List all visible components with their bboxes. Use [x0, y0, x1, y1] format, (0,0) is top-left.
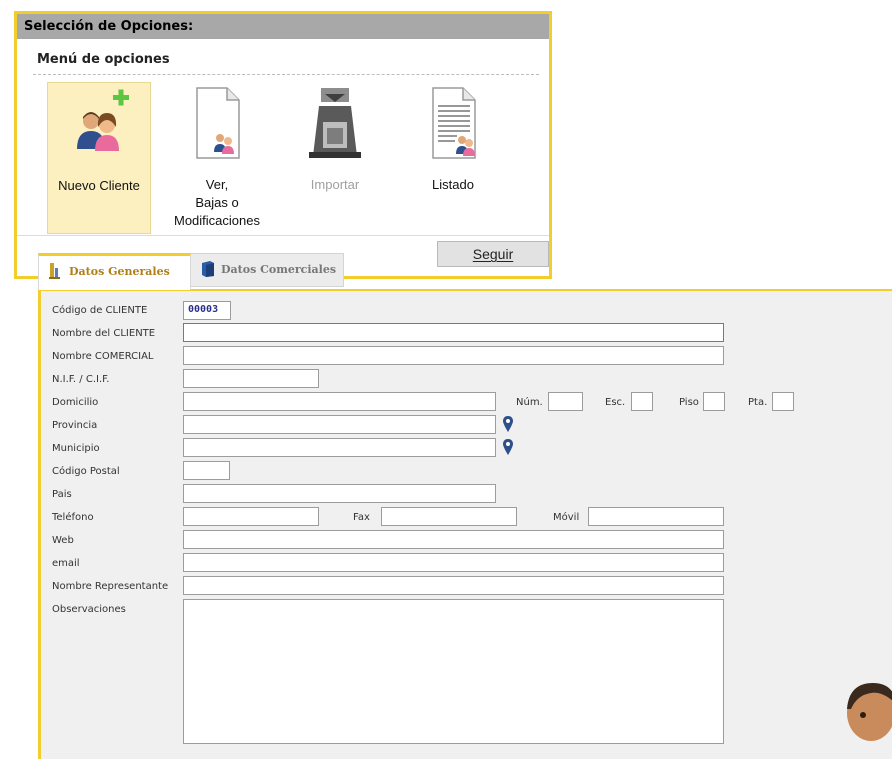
representative-label: Nombre Representante: [52, 581, 169, 592]
country-label: Pais: [52, 489, 72, 500]
import-machine-icon: [309, 88, 361, 158]
book-icon: [202, 261, 214, 277]
divider: [17, 235, 549, 236]
fax-label: Fax: [353, 512, 370, 523]
tab-general-data[interactable]: Datos Generales: [38, 253, 191, 290]
ledger-icon: [49, 263, 60, 279]
customer-document-icon: [196, 87, 240, 159]
continue-button[interactable]: Seguir: [437, 241, 549, 267]
option-import-label: Importar: [310, 177, 360, 192]
add-customers-icon: [77, 89, 129, 151]
postal-code-label: Código Postal: [52, 466, 120, 477]
tab-commercial-data-label: Datos Comerciales: [221, 263, 337, 276]
province-label: Provincia: [52, 420, 98, 431]
notes-label: Observaciones: [52, 604, 126, 615]
province-field[interactable]: [183, 415, 496, 434]
name-label: Nombre del CLIENTE: [52, 328, 156, 339]
option-view-edit-label: Ver, Bajas o Modificaciones: [174, 177, 260, 228]
customer-name-field[interactable]: [183, 323, 724, 342]
option-view-edit-customers[interactable]: Ver, Bajas o Modificaciones: [165, 82, 269, 234]
continue-button-label: Seguir: [472, 246, 514, 262]
fax-field[interactable]: [381, 507, 517, 526]
option-new-customer-label: Nuevo Cliente: [58, 178, 140, 193]
options-panel-title: Selección de Opciones:: [17, 14, 549, 39]
web-field[interactable]: [183, 530, 724, 549]
stair-label: Esc.: [605, 397, 626, 408]
location-pin-icon[interactable]: [502, 438, 514, 456]
nif-label: N.I.F. / C.I.F.: [52, 374, 110, 385]
phone-label: Teléfono: [52, 512, 94, 523]
stair-field[interactable]: [631, 392, 653, 411]
option-import[interactable]: Importar: [283, 82, 387, 234]
divider: [33, 74, 539, 75]
phone-field[interactable]: [183, 507, 319, 526]
assistant-avatar: [847, 683, 892, 741]
floor-field[interactable]: [703, 392, 725, 411]
option-new-customer[interactable]: Nuevo Cliente: [47, 82, 151, 234]
number-label: Núm.: [516, 397, 543, 408]
options-panel: Selección de Opciones: Menú de opciones …: [14, 11, 552, 279]
representative-field[interactable]: [183, 576, 724, 595]
address-label: Domicilio: [52, 397, 99, 408]
customer-list-icon: [432, 87, 476, 159]
country-field[interactable]: [183, 484, 496, 503]
option-list[interactable]: Listado: [401, 82, 505, 234]
address-field[interactable]: [183, 392, 496, 411]
options-menu-heading: Menú de opciones: [37, 52, 170, 67]
postal-code-field[interactable]: [183, 461, 230, 480]
notes-textarea[interactable]: [183, 599, 724, 744]
mobile-label: Móvil: [553, 512, 580, 523]
email-label: email: [52, 558, 80, 569]
door-field[interactable]: [772, 392, 794, 411]
municipality-label: Municipio: [52, 443, 100, 454]
nif-field[interactable]: [183, 369, 319, 388]
code-label: Código de CLIENTE: [52, 305, 148, 316]
tab-general-data-label: Datos Generales: [69, 265, 170, 278]
email-field[interactable]: [183, 553, 724, 572]
mobile-field[interactable]: [588, 507, 724, 526]
option-list-label: Listado: [432, 177, 474, 192]
floor-label: Piso: [679, 397, 699, 408]
web-label: Web: [52, 535, 74, 546]
customer-form: Código de CLIENTE 00003 Nombre del CLIEN…: [38, 289, 892, 759]
door-label: Pta.: [748, 397, 768, 408]
location-pin-icon[interactable]: [502, 415, 514, 433]
commercial-name-label: Nombre COMERCIAL: [52, 351, 154, 362]
number-field[interactable]: [548, 392, 583, 411]
commercial-name-field[interactable]: [183, 346, 724, 365]
municipality-field[interactable]: [183, 438, 496, 457]
customer-code-field[interactable]: 00003: [183, 301, 231, 320]
tab-commercial-data[interactable]: Datos Comerciales: [190, 253, 344, 287]
